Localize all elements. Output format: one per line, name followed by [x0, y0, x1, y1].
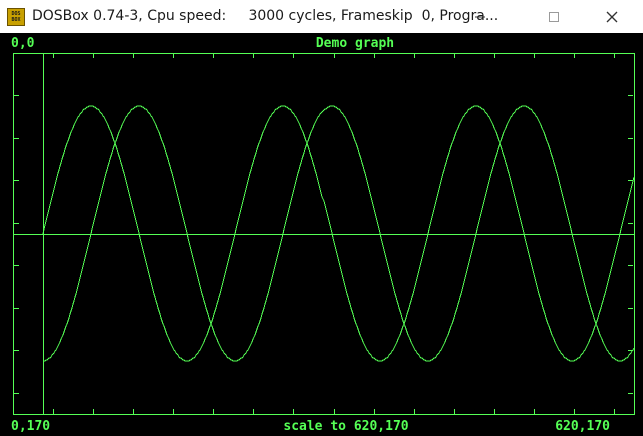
top-left-label: 0,0 — [11, 36, 35, 51]
close-button[interactable] — [589, 0, 635, 33]
sine-curve — [42, 105, 635, 362]
icon-text-line: BOX — [11, 17, 21, 23]
graph-canvas: 0,0 Demo graph 0,170 scale to 620,170 62… — [11, 36, 635, 434]
dosbox-window: DOS BOX DOSBox 0.74-3, Cpu speed: 3000 c… — [0, 0, 643, 436]
bottom-left-label: 0,170 — [11, 419, 50, 434]
graph-title: Demo graph — [316, 36, 394, 51]
title-bar[interactable]: DOS BOX DOSBox 0.74-3, Cpu speed: 3000 c… — [0, 0, 643, 33]
window-title: DOSBox 0.74-3, Cpu speed: 3000 cycles, F… — [32, 8, 499, 24]
bottom-center-label: scale to 620,170 — [283, 419, 408, 434]
dosbox-icon[interactable]: DOS BOX — [7, 8, 25, 26]
cosine-curve — [43, 105, 635, 362]
maximize-button[interactable] — [531, 0, 577, 33]
minimize-button[interactable] — [457, 0, 503, 33]
maximize-icon — [549, 11, 559, 22]
minimize-icon — [475, 16, 485, 17]
dos-screen[interactable]: 0,0 Demo graph 0,170 scale to 620,170 62… — [0, 33, 643, 436]
close-icon — [606, 11, 618, 22]
bottom-right-label: 620,170 — [555, 419, 610, 434]
